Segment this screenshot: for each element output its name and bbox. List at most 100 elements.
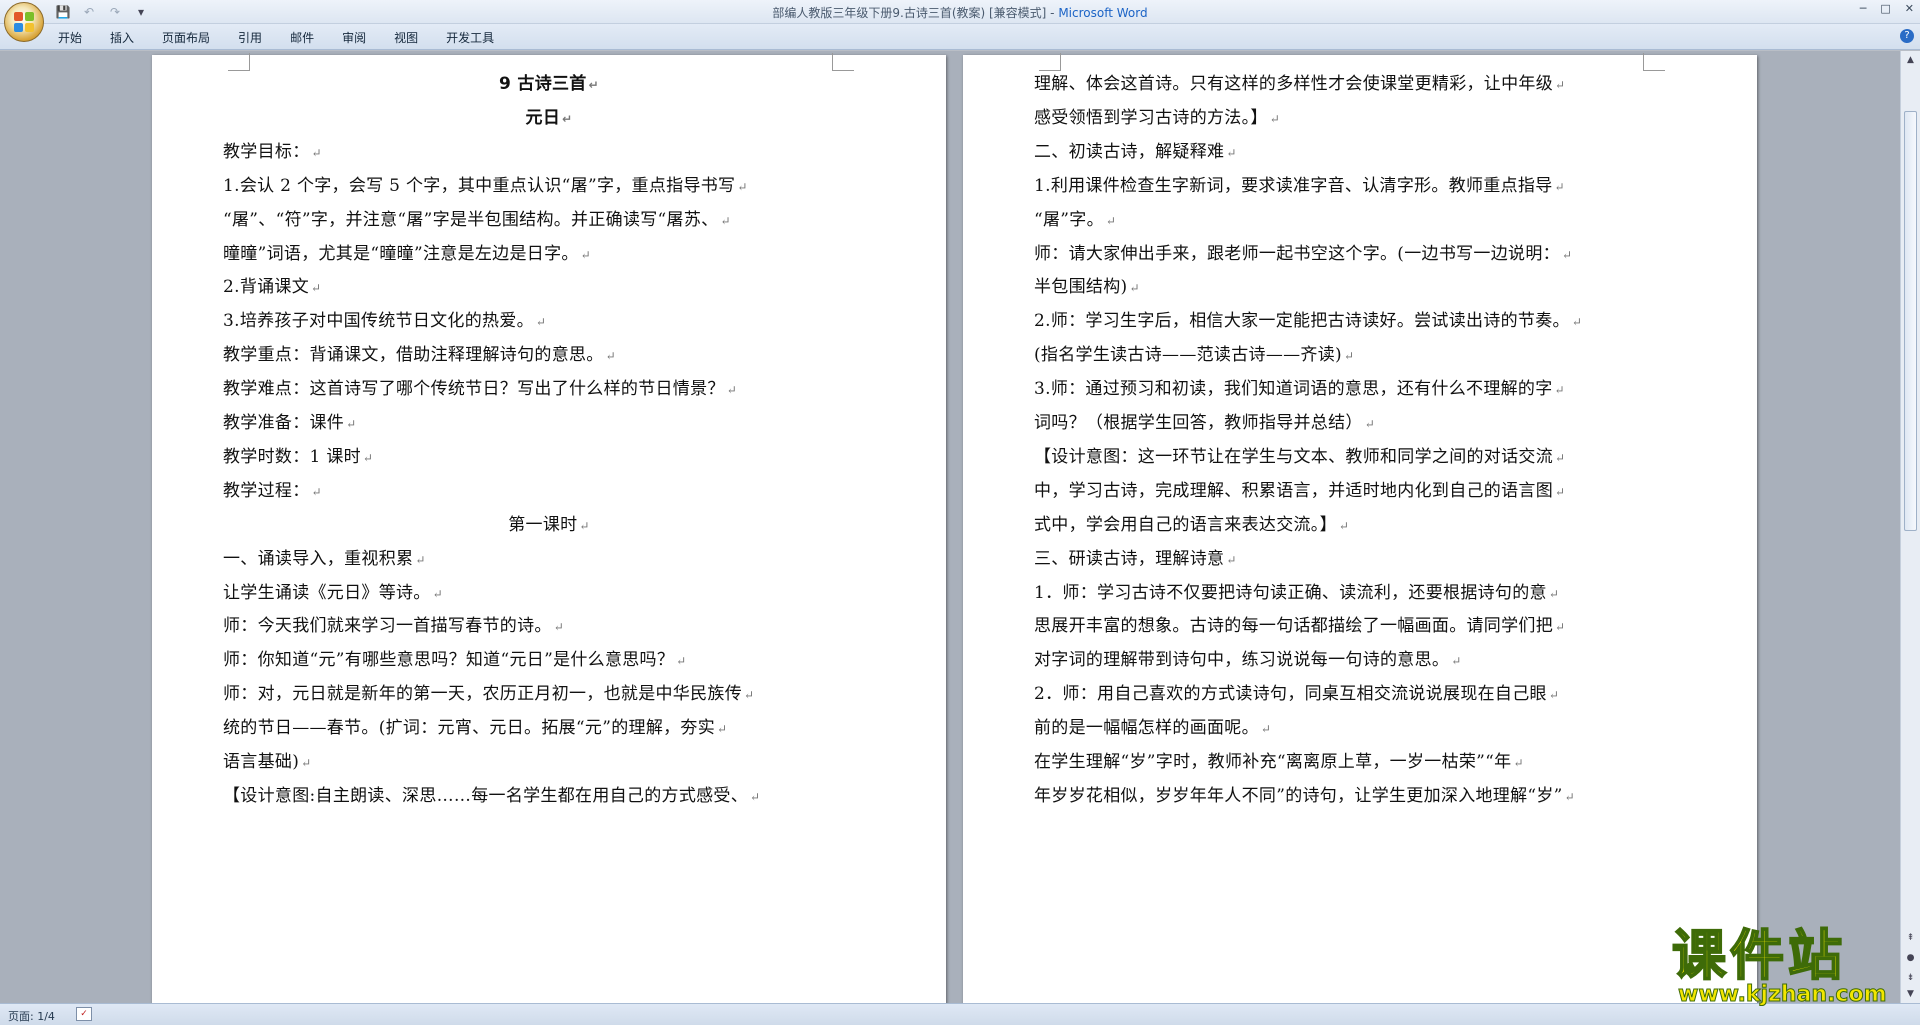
paragraph-line[interactable]: 师：今天我们就来学习一首描写春节的诗。 ↵ <box>152 611 946 636</box>
paragraph-line[interactable]: “屠”字。 ↵ <box>963 205 1757 230</box>
paragraph-line[interactable]: “屠”、“符”字，并注意“屠”字是半包围结构。并正确读写“屠苏、 ↵ <box>152 205 946 230</box>
paragraph-line[interactable]: 【设计意图:自主朗读、深思……每一名学生都在用自己的方式感受、 ↵ <box>152 781 946 806</box>
ribbon-tab[interactable]: 审阅 <box>342 29 366 46</box>
paragraph-line[interactable]: 思展开丰富的想象。古诗的每一句话都描绘了一幅画面。请同学们把 ↵ <box>963 611 1757 636</box>
ribbon-tab[interactable]: 开发工具 <box>446 29 494 46</box>
maximize-button[interactable]: □ <box>1880 2 1890 15</box>
document-workspace[interactable]: 9 古诗三首 ↵ 元日 ↵ 教学目标： ↵ 1.会认 2 个字，会写 5 个字，其中重点认识… <box>0 51 1900 1003</box>
paragraph-line[interactable]: 教学准备：课件 ↵ <box>152 408 946 433</box>
title-bar: 💾 ↶ ↷ ▾ 部编人教版三年级下册9.古诗三首(教案) [兼容模式] - Mi… <box>0 0 1920 24</box>
paragraph-text: 元日 <box>525 107 561 128</box>
paragraph-text: 词吗？（根据学生回答，教师指导并总结） <box>1034 413 1363 433</box>
paragraph-line[interactable]: 教学过程： ↵ <box>152 476 946 501</box>
paragraph-line[interactable]: 年岁岁花相似，岁岁年年人不同”的诗句，让学生更加深入地理解“岁” ↵ <box>963 781 1757 806</box>
paragraph-line[interactable]: 2.背诵课文 ↵ <box>152 272 946 297</box>
paragraph-line[interactable]: 2．师：用自己喜欢的方式读诗句，同桌互相交流说说展现在自己眼 ↵ <box>963 679 1757 704</box>
page-count[interactable]: 页面: 1/4 <box>8 1008 55 1024</box>
paragraph-line[interactable]: 词吗？（根据学生回答，教师指导并总结） ↵ <box>963 408 1757 433</box>
paragraph-mark-icon: ↵ <box>1513 756 1524 770</box>
minimize-button[interactable]: ─ <box>1860 2 1867 15</box>
paragraph-line[interactable]: 让学生诵读《元日》等诗。 ↵ <box>152 578 946 603</box>
paragraph-text: 2.师：学习生字后，相信大家一定能把古诗读好。尝试读出诗的节奏。 <box>1034 311 1570 332</box>
paragraph-line[interactable]: 统的节日——春节。(扩词：元宵、元日。拓展“元”的理解，夯实 ↵ <box>152 713 946 738</box>
paragraph-line[interactable]: 语言基础) ↵ <box>152 747 946 772</box>
paragraph-text: 让学生诵读《元日》等诗。 <box>223 582 431 603</box>
paragraph-line[interactable]: 2.师：学习生字后，相信大家一定能把古诗读好。尝试读出诗的节奏。 ↵ <box>963 306 1757 331</box>
paragraph-text: 曈曈”词语，尤其是“曈曈”注意是左边是日字。 <box>223 243 579 264</box>
paragraph-line[interactable]: 师：请大家伸出手来，跟老师一起书空这个字。(一边书写一边说明： ↵ <box>963 239 1757 264</box>
paragraph-mark-icon: ↵ <box>301 756 312 770</box>
status-bar: 页面: 1/4 ✓ <box>0 1003 1920 1025</box>
paragraph-mark-icon: ↵ <box>346 417 357 431</box>
document-page-2[interactable]: 理解、体会这首诗。只有这样的多样性才会使课堂更精彩，让中年级 ↵ 感受领悟到学习古诗… <box>963 53 1757 1003</box>
paragraph-text: 感受领悟到学习古诗的方法。】 <box>1034 107 1268 128</box>
paragraph-line[interactable]: 师：你知道“元”有哪些意思吗？知道“元日”是什么意思吗？ ↵ <box>152 645 946 670</box>
help-icon[interactable]: ? <box>1900 29 1914 43</box>
ribbon-tab[interactable]: 页面布局 <box>162 29 210 46</box>
paragraph-line[interactable]: 一、诵读导入，重视积累 ↵ <box>152 544 946 569</box>
paragraph-line[interactable]: 教学重点：背诵课文，借助注释理解诗句的意思。 ↵ <box>152 340 946 365</box>
paragraph-text: 半包围结构) <box>1034 277 1128 298</box>
ribbon-tab[interactable]: 邮件 <box>290 29 314 46</box>
paragraph-line[interactable]: 元日 ↵ <box>152 103 946 128</box>
ribbon-tab[interactable]: 插入 <box>110 29 134 46</box>
paragraph-text: 前的是一幅幅怎样的画面呢。 <box>1034 718 1259 739</box>
office-button[interactable] <box>4 2 44 42</box>
paragraph-line[interactable]: 教学难点：这首诗写了哪个传统节日？写出了什么样的节日情景？ ↵ <box>152 374 946 399</box>
vertical-scrollbar[interactable]: ▲ ⇞ ● ⇟ ▼ <box>1900 51 1920 1003</box>
browse-object-icon[interactable]: ● <box>1903 951 1918 966</box>
ribbon: 开始 插入 页面布局 引用 邮件 审阅 视图 开发工具 ? <box>0 24 1920 50</box>
paragraph-mark-icon: ↵ <box>580 247 592 262</box>
paragraph-line[interactable]: 3.师：通过预习和初读，我们知道词语的意思，还有什么不理解的字 ↵ <box>963 374 1757 399</box>
paragraph-line[interactable]: 在学生理解“岁”字时，教师补充“离离原上草，一岁一枯荣”“年 ↵ <box>963 747 1757 772</box>
paragraph-text: 思展开丰富的想象。古诗的每一句话都描绘了一幅画面。请同学们把 <box>1034 616 1553 637</box>
paragraph-line[interactable]: 教学时数：1 课时 ↵ <box>152 442 946 467</box>
paragraph-text: 师：今天我们就来学习一首描写春节的诗。 <box>223 616 552 637</box>
scroll-thumb[interactable] <box>1904 111 1917 531</box>
paragraph-line[interactable]: 【设计意图：这一环节让在学生与文本、教师和同学之间的对话交流 ↵ <box>963 442 1757 467</box>
paragraph-line[interactable]: 1．师：学习古诗不仅要把诗句读正确、读流利，还要根据诗句的意 ↵ <box>963 578 1757 603</box>
paragraph-line[interactable]: 师：对，元日就是新年的第一天，农历正月初一，也就是中华民族传 ↵ <box>152 679 946 704</box>
paragraph-line[interactable]: 半包围结构) ↵ <box>963 272 1757 297</box>
paragraph-line[interactable]: (指名学生读古诗——范读古诗——齐读) ↵ <box>963 340 1757 365</box>
paragraph-line[interactable]: 1.会认 2 个字，会写 5 个字，其中重点认识“屠”字，重点指导书写 ↵ <box>152 171 946 196</box>
paragraph-line[interactable]: 式中，学会用自己的语言来表达交流。】 ↵ <box>963 510 1757 535</box>
watermark-title: 课件站 <box>1671 924 1846 987</box>
document-page-1[interactable]: 9 古诗三首 ↵ 元日 ↵ 教学目标： ↵ 1.会认 2 个字，会写 5 个字，其中重点认识… <box>152 53 946 1003</box>
site-watermark-logo: 课件站 www.kjzhan.com <box>1664 924 1900 1008</box>
paragraph-line[interactable]: 教学目标： ↵ <box>152 137 946 162</box>
paragraph-line[interactable]: 3.培养孩子对中国传统节日文化的热爱。 ↵ <box>152 306 946 331</box>
paragraph-text: 【设计意图:自主朗读、深思……每一名学生都在用自己的方式感受、 <box>223 785 749 806</box>
paragraph-line[interactable]: 9 古诗三首 ↵ <box>152 69 946 94</box>
scroll-down-icon[interactable]: ▼ <box>1903 987 1918 1002</box>
paragraph-text: 教学时数：1 课时 <box>223 446 361 467</box>
paragraph-line[interactable]: 1.利用课件检查生字新词，要求读准字音、认清字形。教师重点指导 ↵ <box>963 171 1757 196</box>
paragraph-mark-icon: ↵ <box>1571 315 1583 330</box>
paragraph-mark-icon: ↵ <box>737 179 748 194</box>
paragraph-line[interactable]: 中，学习古诗，完成理解、积累语言，并适时地内化到自己的语言图 ↵ <box>963 476 1757 501</box>
proofing-icon[interactable]: ✓ <box>76 1007 92 1021</box>
paragraph-mark-icon: ↵ <box>432 586 443 601</box>
paragraph-line[interactable]: 三、研读古诗，理解诗意 ↵ <box>963 544 1757 569</box>
paragraph-text: 教学重点：背诵课文，借助注释理解诗句的意思。 <box>223 345 604 366</box>
paragraph-line[interactable]: 对字词的理解带到诗句中，练习说说每一句诗的意思。 ↵ <box>963 645 1757 670</box>
paragraph-line[interactable]: 前的是一幅幅怎样的画面呢。 ↵ <box>963 713 1757 738</box>
scroll-up-icon[interactable]: ▲ <box>1903 53 1918 68</box>
ribbon-tab[interactable]: 开始 <box>58 29 82 46</box>
paragraph-mark-icon: ↵ <box>1554 179 1565 194</box>
paragraph-mark-icon: ↵ <box>1548 688 1560 703</box>
paragraph-text: 对字词的理解带到诗句中，练习说说每一句诗的意思。 <box>1034 650 1450 671</box>
office-logo-icon <box>14 12 34 32</box>
paragraph-text: 【设计意图：这一环节让在学生与文本、教师和同学之间的对话交流 <box>1034 446 1553 467</box>
paragraph-line[interactable]: 感受领悟到学习古诗的方法。】 ↵ <box>963 103 1757 128</box>
paragraph-mark-icon: ↵ <box>1338 518 1350 533</box>
paragraph-line[interactable]: 理解、体会这首诗。只有这样的多样性才会使课堂更精彩，让中年级 ↵ <box>963 69 1757 94</box>
ribbon-tab[interactable]: 视图 <box>394 29 418 46</box>
next-page-icon[interactable]: ⇟ <box>1903 971 1918 986</box>
close-button[interactable]: ✕ <box>1905 2 1914 15</box>
paragraph-line[interactable]: 第一课时 ↵ <box>152 510 946 535</box>
paragraph-line[interactable]: 二、初读古诗，解疑释难 ↵ <box>963 137 1757 162</box>
prev-page-icon[interactable]: ⇞ <box>1903 931 1918 946</box>
paragraph-line[interactable]: 曈曈”词语，尤其是“曈曈”注意是左边是日字。 ↵ <box>152 239 946 264</box>
ribbon-tab[interactable]: 引用 <box>238 29 262 46</box>
